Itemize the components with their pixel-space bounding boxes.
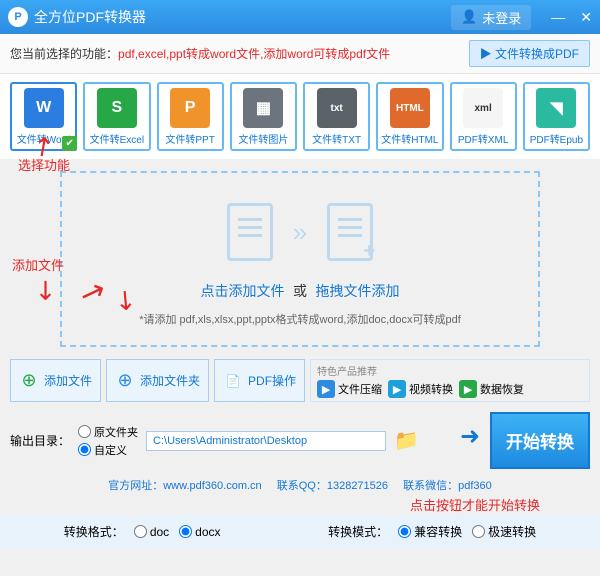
qq-contact[interactable]: 联系QQ：1328271526 bbox=[277, 480, 388, 492]
function-bar: 您当前选择的功能： pdf,excel,ppt转成word文件,添加word可转… bbox=[0, 34, 600, 74]
add-file-link[interactable]: 点击添加文件 bbox=[201, 283, 285, 299]
format-tile-文件转PPT[interactable]: P 文件转PPT bbox=[157, 82, 224, 151]
format-label: 转换格式： bbox=[64, 523, 124, 540]
output-label: 输出目录： bbox=[10, 432, 70, 449]
app-title: 全方位PDF转换器 bbox=[34, 7, 451, 27]
wechat-contact[interactable]: 联系微信：pdf360 bbox=[403, 480, 492, 492]
tile-label: 文件转Excel bbox=[87, 131, 146, 146]
tile-icon: S bbox=[97, 88, 137, 128]
tile-icon: xml bbox=[463, 88, 503, 128]
format-tiles: W文件转WordS文件转ExcelP文件转PPT▦文件转图片txt文件转TXTH… bbox=[0, 74, 600, 159]
close-button[interactable]: ✕ bbox=[580, 9, 592, 26]
tile-label: PDF转Epub bbox=[527, 131, 586, 146]
promo-icon: ▶ bbox=[317, 380, 335, 398]
add-folder-icon: ⊕ bbox=[115, 371, 135, 391]
tile-icon: HTML bbox=[390, 88, 430, 128]
login-button[interactable]: 👤 未登录 bbox=[451, 5, 531, 30]
promo-icon: ▶ bbox=[388, 380, 406, 398]
login-label: 未登录 bbox=[482, 8, 521, 27]
tile-icon: P bbox=[170, 88, 210, 128]
tile-label: 文件转HTML bbox=[380, 131, 439, 146]
mode-label: 转换模式： bbox=[328, 523, 388, 540]
drag-file-link[interactable]: 拖拽文件添加 bbox=[315, 283, 399, 299]
tile-label: 文件转图片 bbox=[234, 131, 293, 146]
function-hint: pdf,excel,ppt转成word文件,添加word可转成pdf文件 bbox=[118, 45, 469, 62]
promo-文件压缩[interactable]: ▶文件压缩 bbox=[317, 380, 382, 398]
tile-icon: W bbox=[24, 88, 64, 128]
add-file-button[interactable]: ⊕ 添加文件 bbox=[10, 359, 101, 402]
browse-folder-icon[interactable]: 📁 bbox=[394, 428, 419, 453]
annotation-add-file: 添加文件 bbox=[12, 255, 64, 274]
dropzone-note: *请添加 pdf,xls,xlsx,ppt,pptx格式转成word,添加doc… bbox=[72, 311, 528, 327]
promo-icon: ▶ bbox=[459, 380, 477, 398]
function-label: 您当前选择的功能： bbox=[10, 45, 118, 62]
pdf-operations-button[interactable]: 📄 PDF操作 bbox=[214, 359, 305, 402]
footer-links: 官方网址：www.pdf360.com.cn 联系QQ：1328271526 联… bbox=[0, 475, 600, 495]
minimize-button[interactable]: — bbox=[551, 9, 565, 26]
radio-doc[interactable]: doc bbox=[134, 525, 169, 539]
add-file-icon: ⊕ bbox=[19, 371, 39, 391]
tile-icon: ◥ bbox=[536, 88, 576, 128]
arrow-right-icon: ➜ bbox=[460, 422, 480, 451]
app-logo-icon: P bbox=[8, 7, 28, 27]
promo-视频转换[interactable]: ▶视频转换 bbox=[388, 380, 453, 398]
radio-compat[interactable]: 兼容转换 bbox=[398, 523, 462, 540]
convert-to-pdf-tab[interactable]: ▶ 文件转换成PDF bbox=[469, 40, 590, 67]
tile-label: PDF转XML bbox=[454, 131, 513, 146]
format-tile-文件转TXT[interactable]: txt 文件转TXT bbox=[303, 82, 370, 151]
document-add-icon bbox=[327, 203, 373, 261]
annotation-start: 点击按钮才能开始转换 bbox=[410, 498, 540, 513]
user-icon: 👤 bbox=[461, 9, 477, 25]
titlebar: P 全方位PDF转换器 👤 未登录 — ✕ bbox=[0, 0, 600, 34]
promo-title: 特色产品推荐 bbox=[317, 363, 583, 378]
drop-zone[interactable]: » 点击添加文件 或 拖拽文件添加 *请添加 pdf,xls,xlsx,ppt,… bbox=[60, 171, 540, 347]
arrow-icon: ↗ bbox=[27, 272, 64, 309]
tile-icon: ▦ bbox=[243, 88, 283, 128]
radio-docx[interactable]: docx bbox=[179, 525, 220, 539]
document-icon bbox=[227, 203, 273, 261]
format-tile-PDF转XML[interactable]: xml PDF转XML bbox=[450, 82, 517, 151]
tile-label: 文件转TXT bbox=[307, 131, 366, 146]
format-tile-文件转图片[interactable]: ▦ 文件转图片 bbox=[230, 82, 297, 151]
bottom-options: 转换格式： doc docx 转换模式： 兼容转换 极速转换 bbox=[0, 515, 600, 548]
official-site-link[interactable]: 官方网址：www.pdf360.com.cn bbox=[108, 480, 261, 492]
radio-original-folder[interactable]: 原文件夹 bbox=[78, 424, 138, 440]
output-row: 输出目录： 原文件夹 自定义 📁 ➜ 开始转换 bbox=[0, 406, 600, 475]
dropzone-or: 或 bbox=[293, 283, 307, 299]
toolbar: ⊕ 添加文件 ⊕ 添加文件夹 📄 PDF操作 特色产品推荐 ▶文件压缩 ▶视频转换… bbox=[0, 355, 600, 406]
format-tile-PDF转Epub[interactable]: ◥ PDF转Epub bbox=[523, 82, 590, 151]
format-tile-文件转HTML[interactable]: HTML 文件转HTML bbox=[376, 82, 443, 151]
add-folder-button[interactable]: ⊕ 添加文件夹 bbox=[106, 359, 209, 402]
tile-icon: txt bbox=[317, 88, 357, 128]
radio-fast[interactable]: 极速转换 bbox=[472, 523, 536, 540]
output-path-input[interactable] bbox=[146, 431, 386, 451]
promo-box: 特色产品推荐 ▶文件压缩 ▶视频转换 ▶数据恢复 bbox=[310, 359, 590, 402]
arrow-right-icon: » bbox=[293, 217, 307, 248]
format-tile-文件转Excel[interactable]: S 文件转Excel bbox=[83, 82, 150, 151]
promo-数据恢复[interactable]: ▶数据恢复 bbox=[459, 380, 524, 398]
tile-label: 文件转PPT bbox=[161, 131, 220, 146]
pdf-ops-icon: 📄 bbox=[223, 371, 243, 391]
radio-custom-folder[interactable]: 自定义 bbox=[78, 442, 138, 458]
start-convert-button[interactable]: 开始转换 bbox=[490, 412, 590, 469]
